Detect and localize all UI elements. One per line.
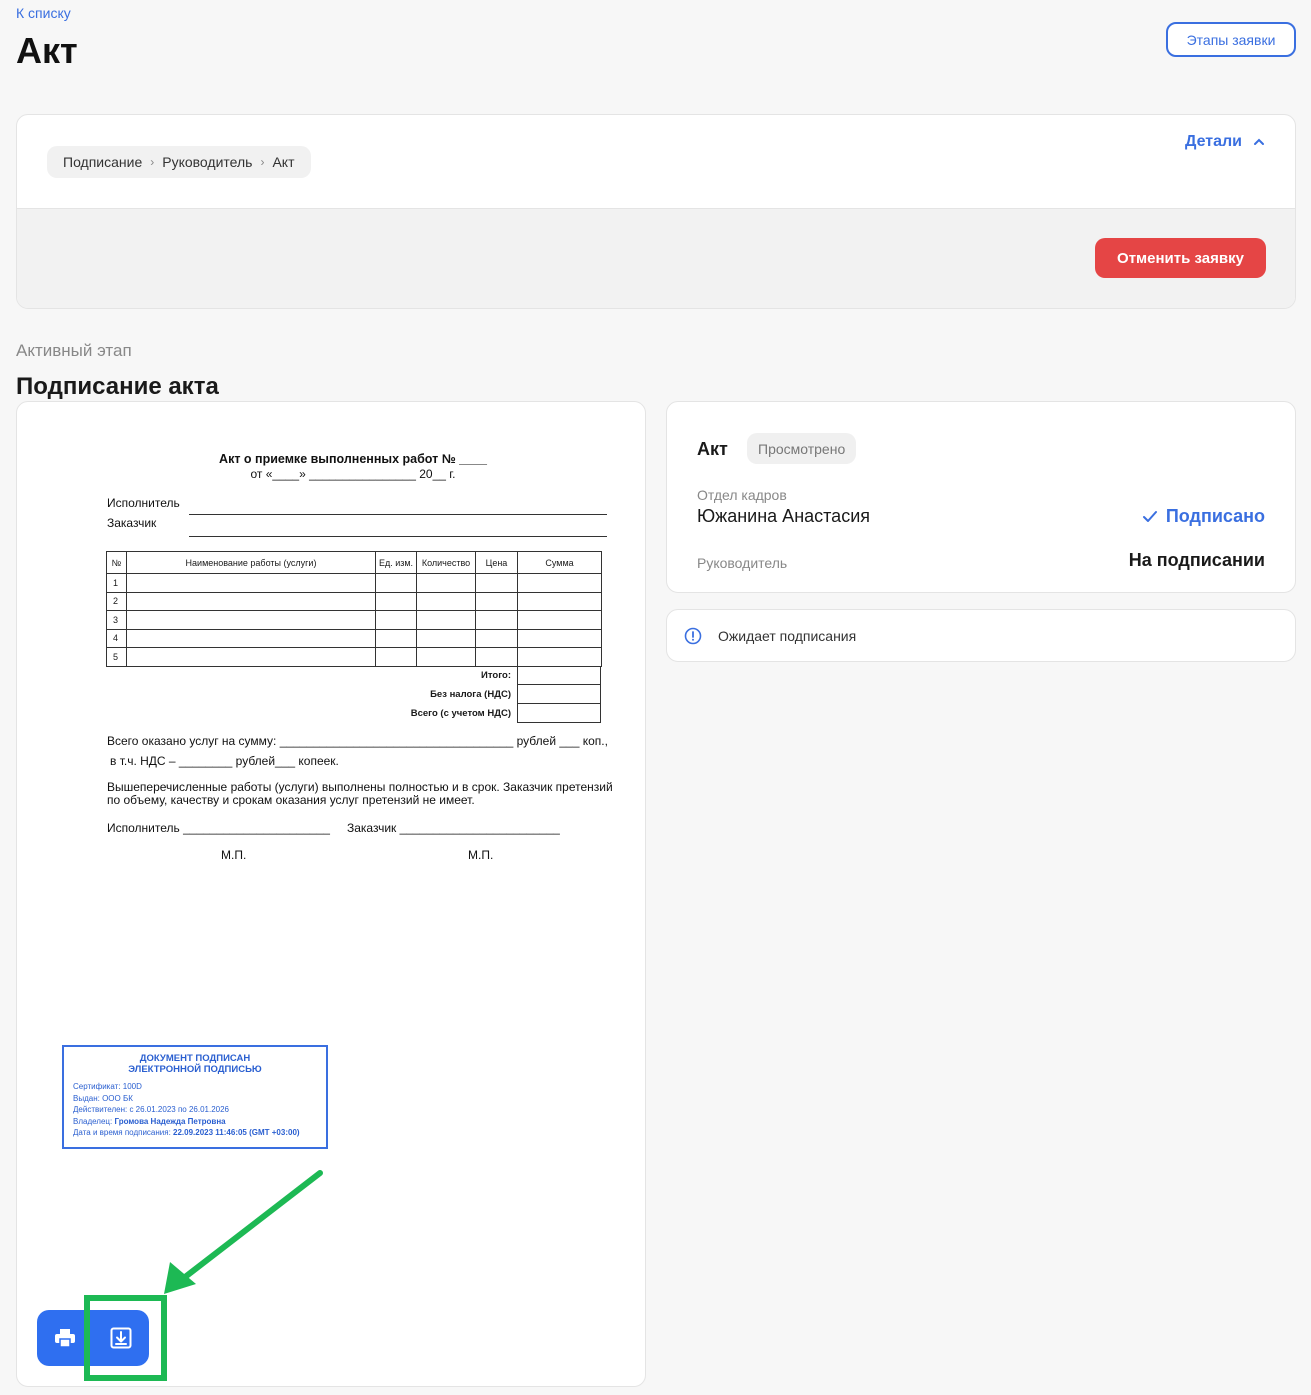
request-stages-button[interactable]: Этапы заявки — [1166, 22, 1296, 57]
cancel-request-button[interactable]: Отменить заявку — [1095, 238, 1266, 278]
document-title: Акт о приемке выполненных работ № ____ — [219, 452, 487, 466]
signer-hr-department-label: Отдел кадров — [697, 487, 787, 503]
chevron-up-icon — [1254, 138, 1265, 145]
breadcrumb-item-act: Акт — [272, 154, 295, 170]
download-icon — [110, 1327, 132, 1349]
sum-line: Всего оказано услуг на сумму: __________… — [107, 734, 608, 748]
signer-hr-status: Подписано — [1142, 506, 1265, 527]
total-label: Без налога (НДС) — [430, 689, 511, 700]
customer-label: Заказчик — [107, 516, 157, 530]
table-row: 2 — [106, 591, 602, 611]
breadcrumb-item-manager[interactable]: Руководитель — [162, 154, 252, 170]
details-label: Детали — [1185, 133, 1243, 150]
customer-seal-label: М.П. — [468, 848, 494, 862]
works-table: № Наименование работы (услуги) Ед. изм. … — [106, 551, 602, 667]
page-title: Акт — [16, 30, 78, 71]
total-box — [517, 666, 601, 685]
back-to-list-link[interactable]: К списку — [16, 5, 71, 21]
vat-line: в т.ч. НДС – ________ рублей___ копеек. — [110, 754, 339, 768]
stamp-heading-line-1: ДОКУМЕНТ ПОДПИСАН — [139, 1053, 251, 1064]
signer-hr-status-text: Подписано — [1165, 506, 1265, 526]
row-number: 5 — [106, 647, 127, 667]
col-header-quantity: Количество — [416, 551, 476, 574]
executor-line — [189, 514, 607, 515]
document-date-line: от «____» ________________ 20__ г. — [250, 467, 456, 481]
total-box — [517, 685, 601, 704]
col-header-unit: Ед. изм. — [375, 551, 417, 574]
printer-icon — [55, 1329, 75, 1348]
row-number: 3 — [106, 610, 127, 630]
stamp-heading: ДОКУМЕНТ ПОДПИСАН ЭЛЕКТРОННОЙ ПОДПИСЬЮ — [73, 1053, 317, 1075]
stamp-owner-label: Владелец: — [73, 1116, 113, 1126]
signing-status-text: Ожидает подписания — [718, 627, 857, 644]
stamp-datetime-value: 22.09.2023 11:46:05 (GMT +03:00) — [173, 1128, 300, 1137]
row-number: 1 — [106, 573, 127, 593]
table-row: 4 — [106, 628, 602, 648]
total-row: Без налога (НДС) — [106, 685, 601, 704]
stamp-owner-name: Громова Надежда Петровна — [114, 1116, 226, 1126]
check-icon — [1142, 510, 1157, 522]
download-button[interactable] — [93, 1310, 149, 1366]
print-button[interactable] — [37, 1310, 93, 1366]
totals-block: Итого: Без налога (НДС) Всего (с учетом … — [106, 666, 601, 723]
stamp-datetime: Дата и время подписания: 22.09.2023 11:4… — [73, 1127, 317, 1139]
executor-signature-line: Исполнитель ______________________ — [107, 821, 330, 835]
customer-line — [189, 536, 607, 537]
total-box — [517, 704, 601, 723]
executor-label: Исполнитель — [107, 496, 180, 510]
breadcrumb-item-signing[interactable]: Подписание — [63, 154, 142, 170]
table-header-row: № Наименование работы (услуги) Ед. изм. … — [106, 551, 602, 574]
total-row: Всего (с учетом НДС) — [106, 704, 601, 723]
details-toggle[interactable]: Детали — [1185, 133, 1266, 151]
customer-signature-line: Заказчик ________________________ — [347, 821, 560, 835]
total-label: Итого: — [481, 670, 511, 681]
stamp-owner: Владелец: Громова Надежда Петровна — [73, 1116, 317, 1128]
executor-seal-label: М.П. — [221, 848, 247, 862]
document-preview: Акт о приемке выполненных работ № ____ о… — [16, 401, 646, 1387]
breadcrumb-separator-icon: › — [150, 155, 155, 169]
e-signature-stamp: ДОКУМЕНТ ПОДПИСАН ЭЛЕКТРОННОЙ ПОДПИСЬЮ С… — [62, 1045, 328, 1149]
signers-document-name: Акт — [697, 439, 728, 459]
stamp-heading-line-2: ЭЛЕКТРОННОЙ ПОДПИСЬЮ — [128, 1064, 262, 1075]
breadcrumb: Подписание › Руководитель › Акт — [47, 146, 311, 178]
total-row: Итого: — [106, 666, 601, 685]
signers-card: Акт Просмотрено Отдел кадров Южанина Ана… — [666, 401, 1296, 593]
statement-text: Вышеперечисленные работы (услуги) выполн… — [107, 780, 613, 807]
stamp-datetime-label: Дата и время подписания: — [73, 1128, 171, 1137]
total-label: Всего (с учетом НДС) — [410, 708, 511, 719]
signer-hr-name: Южанина Анастасия — [697, 506, 870, 526]
row-number: 4 — [106, 628, 127, 648]
stamp-certificate: Сертификат: 100D — [73, 1082, 142, 1091]
col-header-number: № — [106, 551, 127, 574]
table-row: 3 — [106, 610, 602, 630]
signer-manager-label: Руководитель — [697, 555, 788, 571]
active-stage-label: Активный этап — [16, 341, 132, 360]
table-row: 1 — [106, 573, 602, 593]
col-header-price: Цена — [475, 551, 518, 574]
info-icon — [684, 627, 702, 644]
breadcrumb-separator-icon: › — [260, 155, 265, 169]
signer-manager-status: На подписании — [1128, 550, 1265, 570]
stamp-validity: Действителен: с 26.01.2023 по 26.01.2026 — [73, 1105, 229, 1114]
col-header-sum: Сумма — [517, 551, 602, 574]
stamp-issued: Выдан: ООО БК — [73, 1093, 133, 1103]
signing-status-card: Ожидает подписания — [666, 609, 1296, 662]
row-number: 2 — [106, 591, 127, 611]
viewed-badge: Просмотрено — [747, 433, 857, 464]
table-row: 5 — [106, 647, 602, 667]
col-header-work-name: Наименование работы (услуги) — [126, 551, 376, 574]
stage-title: Подписание акта — [16, 373, 219, 400]
request-summary-card: Подписание › Руководитель › Акт Детали О… — [16, 114, 1296, 309]
